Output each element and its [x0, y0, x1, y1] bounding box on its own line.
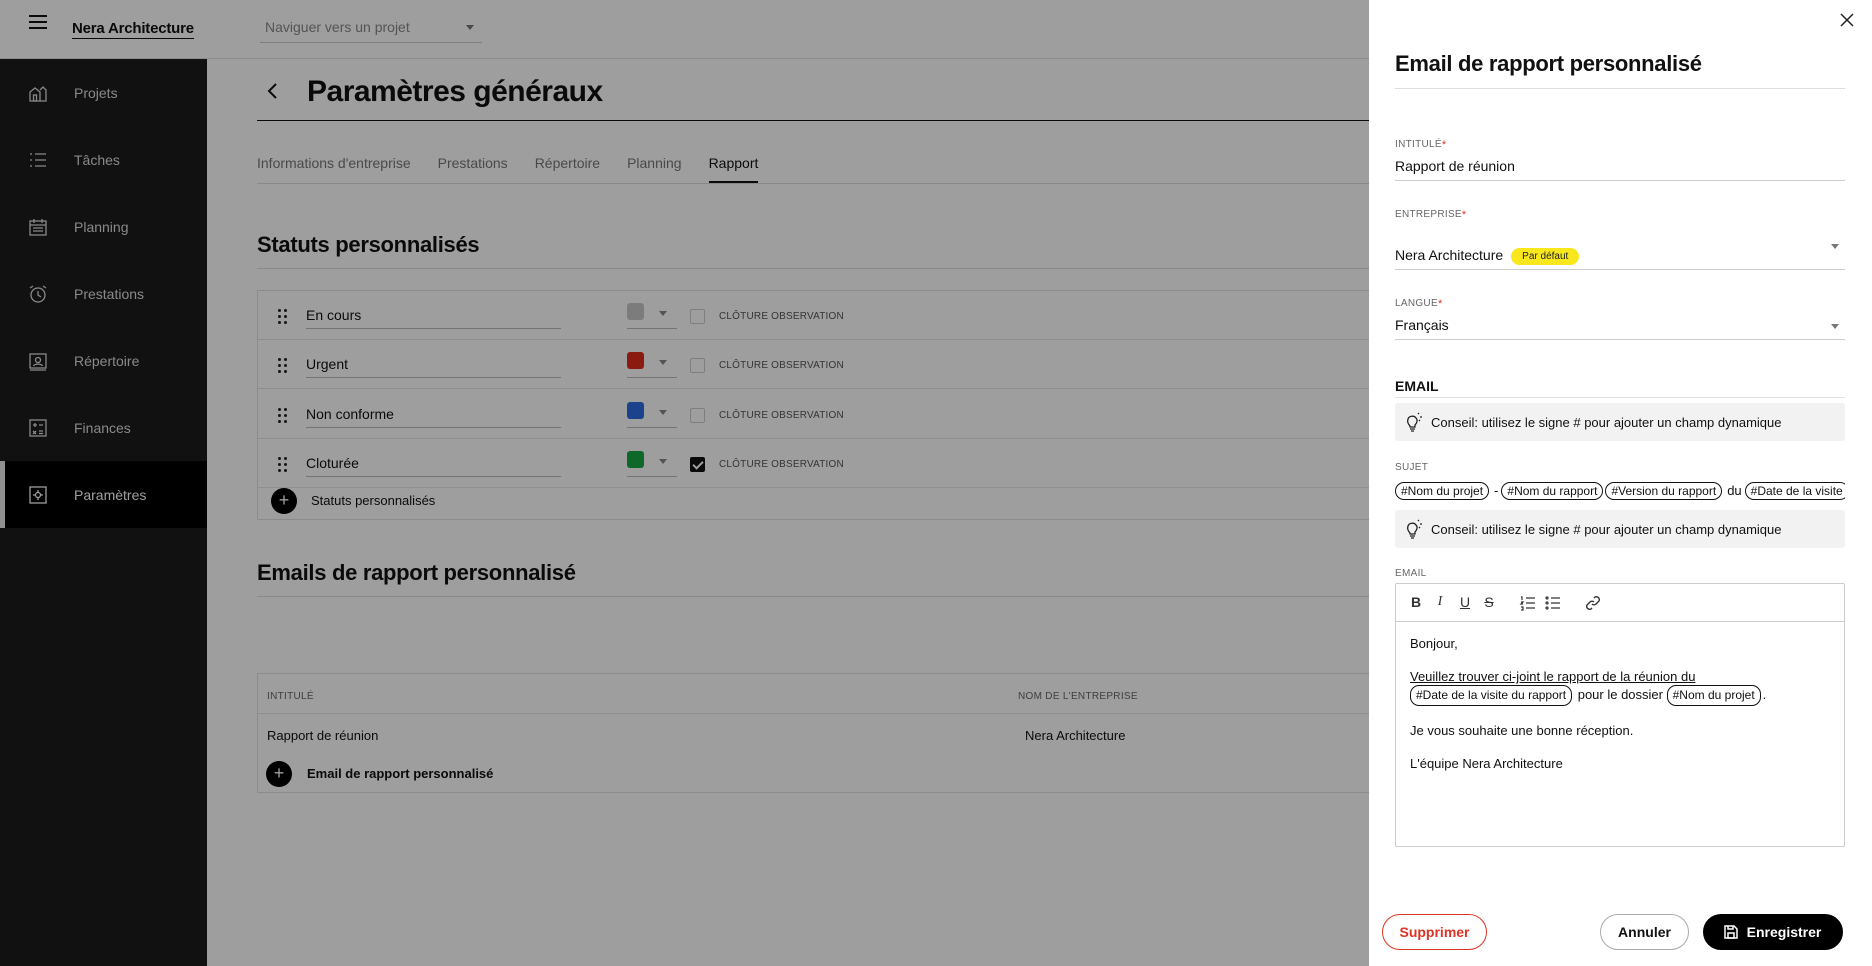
editor-toolbar: B I U S [1396, 584, 1844, 622]
email-body-label: EMAIL [1395, 568, 1427, 579]
email-text: pour le dossier [1577, 687, 1663, 702]
subject-input[interactable]: #Nom du projet - #Nom du rapport #Version d… [1395, 482, 1845, 502]
email-paragraph: Veuillez trouver ci-joint le rapport de … [1410, 668, 1830, 706]
link-icon[interactable] [1584, 594, 1602, 612]
bullet-list-icon[interactable] [1544, 594, 1562, 612]
email-settings-drawer: Email de rapport personnalisé INTITULÉ* … [1369, 0, 1872, 966]
field-underline [1395, 180, 1845, 181]
subject-text: - [1494, 483, 1499, 498]
email-text: Veuillez trouver ci-joint le rapport de … [1410, 669, 1696, 684]
entreprise-select[interactable]: Nera Architecture Par défaut [1395, 247, 1580, 265]
underline-icon[interactable]: U [1456, 594, 1474, 612]
sujet-label: SUJET [1395, 462, 1429, 473]
italic-icon[interactable]: I [1431, 594, 1449, 612]
email-text: . [1762, 687, 1767, 702]
save-button[interactable]: Enregistrer [1703, 914, 1843, 950]
save-button-label: Enregistrer [1746, 924, 1822, 940]
chevron-down-icon[interactable] [1831, 244, 1839, 249]
dynamic-field-chip[interactable]: #Date de la visite du rapport [1410, 685, 1573, 706]
ordered-list-icon[interactable] [1519, 594, 1537, 612]
langue-select[interactable]: Français [1395, 317, 1449, 333]
email-editor: B I U S Bonjour, Veuillez trouver ci-joi… [1395, 583, 1845, 847]
dynamic-field-chip[interactable]: #Date de la visite [1744, 482, 1845, 500]
dynamic-field-chip[interactable]: #Version du rapport [1605, 482, 1723, 500]
entreprise-label: ENTREPRISE* [1395, 209, 1467, 221]
dynamic-field-chip[interactable]: #Nom du projet [1395, 482, 1490, 500]
field-underline [1395, 339, 1845, 340]
lightbulb-icon [1406, 519, 1422, 539]
drawer-title: Email de rapport personnalisé [1395, 51, 1702, 76]
lightbulb-icon [1406, 412, 1422, 432]
email-greeting: Bonjour, [1410, 636, 1458, 651]
dynamic-field-chip[interactable]: #Nom du rapport [1501, 482, 1604, 500]
field-underline [1395, 269, 1845, 270]
dynamic-field-chip[interactable]: #Nom du projet [1666, 685, 1761, 706]
close-icon[interactable] [1837, 10, 1857, 30]
tip-text: Conseil: utilisez le signe # pour ajoute… [1431, 522, 1782, 537]
subject-text: du [1727, 483, 1742, 498]
entreprise-value: Nera Architecture [1395, 247, 1504, 263]
chevron-down-icon[interactable] [1831, 324, 1839, 329]
tip-text: Conseil: utilisez le signe # pour ajoute… [1431, 415, 1782, 430]
email-body-textarea[interactable]: Bonjour, Veuillez trouver ci-joint le ra… [1410, 635, 1830, 788]
modal-backdrop[interactable] [0, 0, 1369, 966]
strikethrough-icon[interactable]: S [1480, 594, 1498, 612]
drawer-divider [1395, 88, 1845, 89]
cancel-button[interactable]: Annuler [1600, 914, 1689, 950]
intitule-label: INTITULÉ* [1395, 139, 1447, 151]
default-badge: Par défaut [1511, 248, 1580, 265]
field-underline [1395, 397, 1845, 398]
email-signature: L'équipe Nera Architecture [1410, 756, 1563, 771]
tip-box: Conseil: utilisez le signe # pour ajoute… [1395, 403, 1845, 441]
email-paragraph: Je vous souhaite une bonne réception. [1410, 723, 1634, 738]
bold-icon[interactable]: B [1407, 594, 1425, 612]
delete-button[interactable]: Supprimer [1382, 914, 1487, 950]
tip-box: Conseil: utilisez le signe # pour ajoute… [1395, 510, 1845, 548]
save-icon [1724, 925, 1738, 939]
intitule-input[interactable]: Rapport de réunion [1395, 158, 1515, 174]
langue-label: LANGUE* [1395, 298, 1443, 310]
email-section-heading: EMAIL [1395, 378, 1439, 394]
